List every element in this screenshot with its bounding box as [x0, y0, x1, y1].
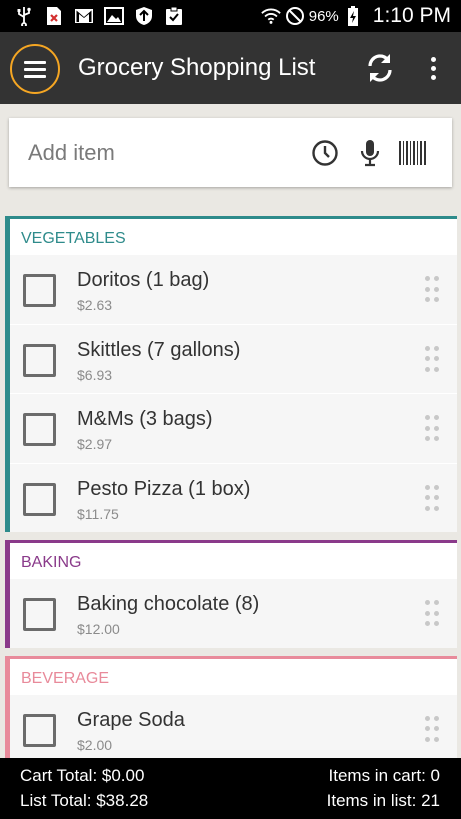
- system-status: 96% 1:10 PM: [261, 4, 461, 28]
- clock: 1:10 PM: [372, 4, 451, 27]
- list-item[interactable]: Doritos (1 bag) $2.63: [10, 254, 457, 324]
- item-price: $11.75: [77, 505, 119, 522]
- item-price: $6.93: [77, 366, 113, 383]
- item-name: Skittles (7 gallons): [77, 338, 241, 361]
- item-price: $12.00: [77, 621, 120, 637]
- item-price: $2.00: [77, 736, 113, 753]
- item-checkbox[interactable]: [23, 343, 56, 377]
- drag-handle-icon[interactable]: [425, 484, 439, 513]
- item-checkbox[interactable]: [23, 598, 56, 631]
- image-icon: [104, 6, 124, 26]
- history-icon[interactable]: [310, 138, 340, 168]
- item-checkbox[interactable]: [23, 274, 56, 307]
- status-bar: 96% 1:10 PM: [0, 0, 461, 32]
- list-item[interactable]: Grape Soda $2.00: [10, 693, 457, 758]
- shield-icon: [134, 6, 154, 26]
- item-price: $2.97: [77, 436, 113, 452]
- clipboard-icon: [164, 6, 184, 26]
- item-price: $2.63: [77, 297, 113, 313]
- battery-charging-icon: [343, 6, 363, 26]
- items-in-list: Items in list: 21: [326, 791, 440, 810]
- list-item[interactable]: Baking chocolate (8) $12.00: [10, 578, 457, 648]
- item-name: Grape Soda: [77, 708, 185, 731]
- category-section: BEVERAGE Grape Soda $2.00: [5, 655, 457, 758]
- error-icon: [44, 6, 64, 26]
- items-in-cart: Items in cart: 0: [328, 766, 440, 785]
- item-checkbox[interactable]: [23, 482, 56, 516]
- do-not-disturb-icon: [285, 6, 305, 26]
- category-top-border: [5, 216, 457, 219]
- add-item-bar: [9, 118, 452, 187]
- barcode-icon[interactable]: [398, 138, 428, 168]
- item-name: Doritos (1 bag): [77, 269, 210, 291]
- drag-handle-icon[interactable]: [425, 600, 439, 628]
- drag-handle-icon[interactable]: [425, 415, 439, 443]
- item-name: M&Ms (3 bags): [77, 408, 213, 430]
- item-checkbox[interactable]: [23, 413, 56, 446]
- list-total: List Total: $38.28: [20, 791, 149, 810]
- sync-icon[interactable]: [362, 50, 398, 86]
- category-top-border: [5, 655, 457, 659]
- gmail-icon: [74, 6, 94, 26]
- item-name: Pesto Pizza (1 box): [77, 477, 251, 500]
- battery-percent: 96%: [308, 7, 339, 25]
- category-header[interactable]: VEGETABLES: [5, 216, 457, 254]
- list-item[interactable]: M&Ms (3 bags) $2.97: [10, 393, 457, 463]
- add-item-input[interactable]: [9, 118, 299, 187]
- item-checkbox[interactable]: [23, 713, 56, 747]
- shopping-list: VEGETABLES Doritos (1 bag) $2.63 Skittles (…: [5, 216, 457, 758]
- list-item[interactable]: Pesto Pizza (1 box) $11.75: [10, 462, 457, 532]
- category-header[interactable]: BEVERAGE: [5, 655, 457, 694]
- totals-footer: Cart Total: $0.00 List Total: $38.28 Ite…: [0, 758, 461, 819]
- category-section: VEGETABLES Doritos (1 bag) $2.63 Skittles (…: [5, 216, 457, 532]
- cart-total: Cart Total: $0.00: [20, 766, 145, 785]
- more-vert-icon[interactable]: [420, 52, 446, 84]
- notification-icons: [0, 6, 184, 26]
- drag-handle-icon[interactable]: [425, 715, 439, 744]
- app-bar: Grocery Shopping List: [0, 32, 461, 104]
- wifi-icon: [261, 6, 281, 26]
- item-name: Baking chocolate (8): [77, 593, 260, 615]
- category-header[interactable]: BAKING: [5, 540, 457, 578]
- category-top-border: [5, 540, 457, 543]
- list-item[interactable]: Skittles (7 gallons) $6.93: [10, 323, 457, 393]
- usb-icon: [14, 6, 34, 26]
- category-section: BAKING Baking chocolate (8) $12.00: [5, 540, 457, 648]
- page-title: Grocery Shopping List: [78, 54, 316, 81]
- hamburger-menu-icon[interactable]: [10, 44, 60, 94]
- microphone-icon[interactable]: [355, 138, 385, 168]
- drag-handle-icon[interactable]: [425, 345, 439, 374]
- drag-handle-icon[interactable]: [425, 276, 439, 304]
